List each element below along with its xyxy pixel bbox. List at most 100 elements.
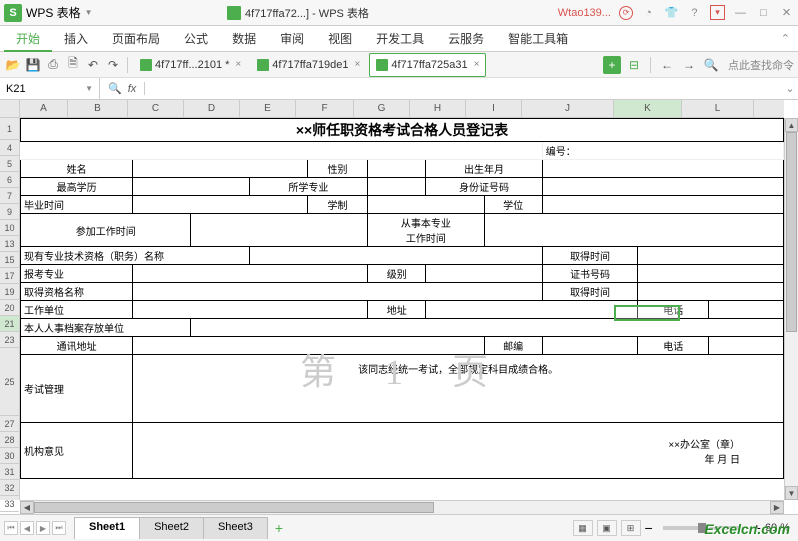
vscroll-thumb[interactable]: [786, 132, 797, 332]
sheet-last-button[interactable]: ⏭: [52, 521, 66, 535]
formula-expand-icon[interactable]: ⌄: [782, 82, 798, 95]
add-sheet-button[interactable]: +: [267, 517, 291, 539]
zoom-out-button[interactable]: −: [645, 520, 653, 536]
fx-icon[interactable]: fx: [128, 83, 137, 95]
level-label: 级别: [368, 265, 426, 283]
select-all-corner[interactable]: [0, 100, 20, 118]
tab-start[interactable]: 开始: [4, 26, 52, 52]
scroll-up-button[interactable]: ▲: [785, 118, 798, 132]
row-header-15[interactable]: 15: [0, 252, 19, 268]
col-header-K[interactable]: K: [614, 100, 682, 117]
tab-data[interactable]: 数据: [220, 26, 268, 52]
doc-tab-close-icon[interactable]: ×: [235, 59, 241, 70]
back-icon[interactable]: ←: [658, 56, 676, 74]
horizontal-scrollbar[interactable]: ◀ ▶: [20, 500, 784, 514]
row-header-7[interactable]: 7: [0, 188, 19, 204]
tab-cloud[interactable]: 云服务: [436, 26, 496, 52]
save-icon[interactable]: 💾: [24, 56, 42, 74]
row-header-23[interactable]: 23: [0, 332, 19, 348]
tab-smarttools[interactable]: 智能工具箱: [496, 26, 580, 52]
col-header-F[interactable]: F: [296, 100, 354, 117]
row-header-30[interactable]: 30: [0, 448, 19, 464]
name-box-dropdown-icon[interactable]: ▼: [85, 84, 93, 93]
search-icon[interactable]: 🔍: [702, 56, 720, 74]
close-button[interactable]: ×: [779, 5, 794, 20]
user-link[interactable]: Wtao139...: [558, 7, 611, 19]
col-header-A[interactable]: A: [20, 100, 68, 117]
col-header-H[interactable]: H: [410, 100, 466, 117]
col-header-I[interactable]: I: [466, 100, 522, 117]
doc-tab-close-icon[interactable]: ×: [474, 59, 480, 70]
row-header-5[interactable]: 5: [0, 156, 19, 172]
sheet-tab-2[interactable]: Sheet2: [139, 517, 204, 539]
row-header-28[interactable]: 28: [0, 432, 19, 448]
row-header-4[interactable]: 4: [0, 140, 19, 156]
row-header-10[interactable]: 10: [0, 220, 19, 236]
col-header-D[interactable]: D: [184, 100, 240, 117]
row-header-20[interactable]: 20: [0, 300, 19, 316]
redo-icon[interactable]: ↷: [104, 56, 122, 74]
tab-pagelayout[interactable]: 页面布局: [100, 26, 172, 52]
col-header-G[interactable]: G: [354, 100, 410, 117]
row-header-13[interactable]: 13: [0, 236, 19, 252]
tab-insert[interactable]: 插入: [52, 26, 100, 52]
row-header-9[interactable]: 9: [0, 204, 19, 220]
col-header-E[interactable]: E: [240, 100, 296, 117]
tab-view[interactable]: 视图: [316, 26, 364, 52]
doc-tab-2[interactable]: 4f717ffa719de1 ×: [250, 53, 367, 77]
view-normal-button[interactable]: ▦: [573, 520, 593, 536]
sheet-tab-1[interactable]: Sheet1: [74, 517, 140, 539]
row-header-32[interactable]: 32: [0, 480, 19, 496]
fx-search-icon[interactable]: 🔍: [108, 82, 122, 95]
sheet-next-button[interactable]: ▶: [36, 521, 50, 535]
doc-tab-close-icon[interactable]: ×: [355, 59, 361, 70]
feedback-icon[interactable]: ?: [687, 5, 702, 20]
col-header-L[interactable]: L: [682, 100, 754, 117]
skin-icon[interactable]: 👕: [664, 5, 679, 20]
view-break-button[interactable]: ⊞: [621, 520, 641, 536]
row-header-25[interactable]: 25: [0, 348, 19, 416]
scroll-down-button[interactable]: ▼: [785, 486, 798, 500]
search-hint[interactable]: 点此查找命令: [724, 57, 794, 73]
row-header-1[interactable]: 1: [0, 118, 19, 140]
sync-icon[interactable]: ⟳: [619, 6, 633, 20]
gift-icon[interactable]: ▾: [710, 5, 725, 20]
row-header-19[interactable]: 19: [0, 284, 19, 300]
tab-devtools[interactable]: 开发工具: [364, 26, 436, 52]
row-header-31[interactable]: 31: [0, 464, 19, 480]
row-header-21[interactable]: 21: [0, 316, 19, 332]
open-icon[interactable]: 📂: [4, 56, 22, 74]
forward-icon[interactable]: →: [680, 56, 698, 74]
undo-icon[interactable]: ↶: [84, 56, 102, 74]
sheet-prev-button[interactable]: ◀: [20, 521, 34, 535]
cloud-icon[interactable]: ◔: [641, 5, 656, 20]
col-header-C[interactable]: C: [128, 100, 184, 117]
sheet-tab-3[interactable]: Sheet3: [203, 517, 268, 539]
col-header-J[interactable]: J: [522, 100, 614, 117]
doc-tab-3[interactable]: 4f717ffa725a31 ×: [369, 53, 486, 77]
maximize-button[interactable]: □: [756, 5, 771, 20]
scroll-right-button[interactable]: ▶: [770, 501, 784, 514]
ribbon-collapse-icon[interactable]: ⌃: [773, 32, 798, 45]
tab-formula[interactable]: 公式: [172, 26, 220, 52]
sheet-first-button[interactable]: ⏮: [4, 521, 18, 535]
tab-review[interactable]: 审阅: [268, 26, 316, 52]
col-header-B[interactable]: B: [68, 100, 128, 117]
doc-tab-1[interactable]: 4f717ff...2101 * ×: [133, 53, 248, 77]
name-box[interactable]: K21 ▼: [0, 78, 100, 100]
row-header-17[interactable]: 17: [0, 268, 19, 284]
row-header-27[interactable]: 27: [0, 416, 19, 432]
print-preview-icon[interactable]: 🗎: [64, 56, 82, 74]
view-page-button[interactable]: ▣: [597, 520, 617, 536]
row-header-6[interactable]: 6: [0, 172, 19, 188]
app-menu-dropdown[interactable]: ▼: [85, 8, 93, 17]
scroll-left-button[interactable]: ◀: [20, 501, 34, 514]
new-tab-button[interactable]: +: [603, 56, 621, 74]
grid[interactable]: 第 1 页 ××师任职资格考试合格人员登记表 编号： 姓名 性别 出生年月 最高…: [20, 118, 784, 500]
tab-list-icon[interactable]: ⊟: [625, 56, 643, 74]
row-header-33[interactable]: 33: [0, 496, 19, 512]
hscroll-thumb[interactable]: [34, 502, 434, 513]
minimize-button[interactable]: —: [733, 5, 748, 20]
print-icon[interactable]: ⎙: [44, 56, 62, 74]
vertical-scrollbar[interactable]: ▲ ▼: [784, 118, 798, 500]
